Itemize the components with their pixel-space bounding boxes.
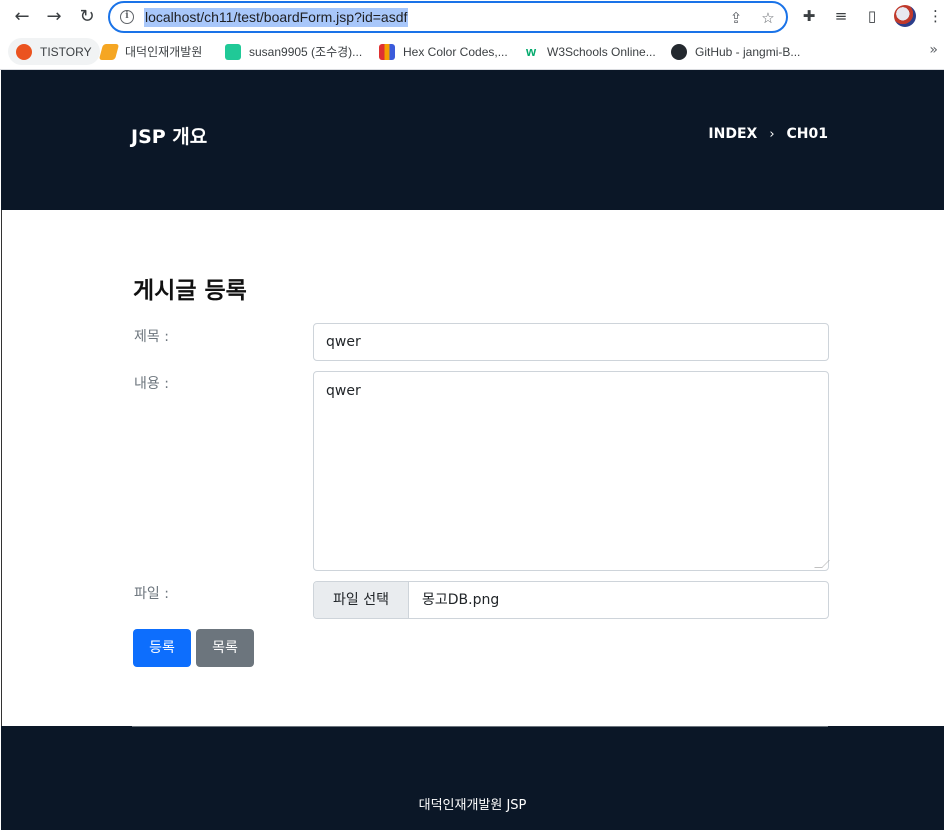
bookmark-star-icon[interactable]: ☆ xyxy=(758,8,778,28)
color-book-icon xyxy=(379,43,395,60)
content-label: 내용 : xyxy=(134,376,169,392)
share-icon[interactable]: ⇪ xyxy=(726,8,746,28)
profile-avatar[interactable] xyxy=(894,5,916,27)
breadcrumb: INDEX › CH01 xyxy=(708,126,828,142)
bookmark-github[interactable]: GitHub - jangmi-B... xyxy=(671,38,800,65)
browser-toolbar: ← → ↻ i localhost/ch11/test/boardForm.js… xyxy=(0,0,944,34)
media-control-icon[interactable]: ≡ xyxy=(831,6,851,26)
bookmark-tistory[interactable]: TISTORY xyxy=(8,38,100,65)
board-form: 게시글 등록 제목 : qwer 내용 : qwer 파일 : 파일 선택 몽고… xyxy=(1,210,944,726)
bookmarks-overflow-icon[interactable]: » xyxy=(929,42,938,58)
forward-arrow-icon[interactable]: → xyxy=(42,5,66,29)
file-input[interactable]: 파일 선택 몽고DB.png xyxy=(313,581,829,619)
submit-button[interactable]: 등록 xyxy=(133,629,191,667)
footer-text: 대덕인재개발원 JSP xyxy=(418,798,527,813)
page-title: 게시글 등록 xyxy=(133,278,247,304)
file-label: 파일 : xyxy=(134,586,169,602)
site-brand[interactable]: JSP 개요 xyxy=(131,122,207,149)
github-icon xyxy=(671,43,687,60)
url-text[interactable]: localhost/ch11/test/boardForm.jsp?id=asd… xyxy=(144,8,409,27)
subject-label: 제목 : xyxy=(134,329,169,345)
bookmark-label: TISTORY xyxy=(40,44,92,59)
chevron-right-icon: › xyxy=(769,126,775,142)
bookmark-hex-colors[interactable]: Hex Color Codes,... xyxy=(379,38,508,65)
list-button[interactable]: 목록 xyxy=(196,629,254,667)
resize-handle-icon[interactable] xyxy=(814,560,830,568)
web-page: JSP 개요 INDEX › CH01 게시글 등록 제목 : qwer 내용 … xyxy=(1,70,944,830)
bookmark-label: susan9905 (조수경)... xyxy=(249,45,363,59)
address-bar[interactable]: i localhost/ch11/test/boardForm.jsp?id=a… xyxy=(108,1,788,33)
tistory-icon xyxy=(16,43,32,60)
bookmarks-bar: TISTORY 대덕인재개발원 susan9905 (조수경)... Hex C… xyxy=(0,34,944,70)
bookmark-label: 대덕인재개발원 xyxy=(125,45,203,59)
bookmark-ddit[interactable]: 대덕인재개발원 xyxy=(98,38,203,65)
bookmark-label: GitHub - jangmi-B... xyxy=(695,44,801,59)
bookmark-label: W3Schools Online... xyxy=(547,44,656,59)
breadcrumb-index[interactable]: INDEX xyxy=(708,126,757,142)
site-footer: 대덕인재개발원 JSP xyxy=(1,726,944,830)
extensions-icon[interactable]: ✚ xyxy=(799,6,819,26)
velog-icon xyxy=(225,43,241,60)
menu-kebab-icon[interactable]: ⋮ xyxy=(928,6,943,26)
content-text: qwer xyxy=(326,383,361,399)
bookmark-w3schools[interactable]: w W3Schools Online... xyxy=(523,38,656,65)
w3schools-icon: w xyxy=(523,43,539,60)
bookmark-velog[interactable]: susan9905 (조수경)... xyxy=(225,38,362,65)
footer-divider xyxy=(132,726,828,727)
site-header: JSP 개요 INDEX › CH01 xyxy=(1,70,944,210)
back-arrow-icon[interactable]: ← xyxy=(10,5,34,29)
selected-file-name: 몽고DB.png xyxy=(422,592,500,608)
reload-icon[interactable]: ↻ xyxy=(75,5,99,29)
choose-file-button[interactable]: 파일 선택 xyxy=(314,582,409,618)
side-panel-icon[interactable]: ▯ xyxy=(862,6,882,26)
site-info-icon[interactable]: i xyxy=(120,10,134,24)
breadcrumb-ch01[interactable]: CH01 xyxy=(787,126,828,142)
bookmark-label: Hex Color Codes,... xyxy=(403,44,508,59)
content-textarea[interactable]: qwer xyxy=(313,371,830,571)
ddit-logo-icon xyxy=(98,43,120,60)
subject-input[interactable]: qwer xyxy=(313,323,829,361)
